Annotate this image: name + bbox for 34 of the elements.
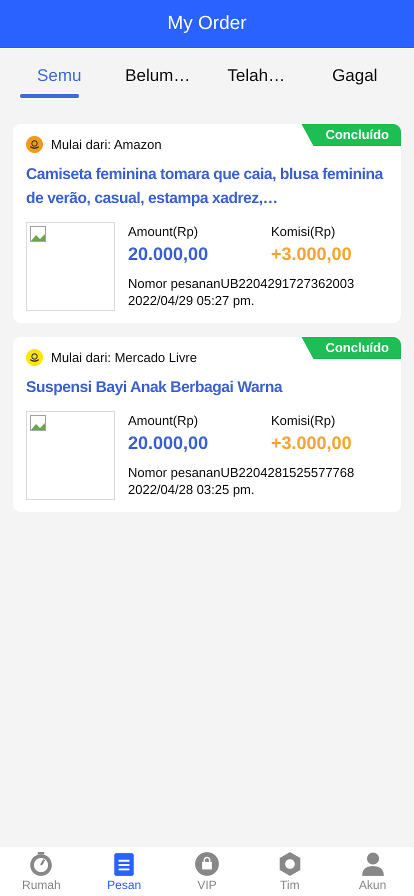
amount-value: 20.000,00 xyxy=(128,244,210,265)
order-card[interactable] xyxy=(13,124,401,323)
status-badge: Concluído xyxy=(301,337,401,359)
status-badge: Concluído xyxy=(301,124,401,146)
order-number: Nomor pesananUB2204281525577768 xyxy=(128,464,356,481)
tab[interactable]: Telah… xyxy=(207,48,306,104)
nav-item[interactable]: Tim xyxy=(248,847,332,896)
tab[interactable]: Gagal xyxy=(306,48,404,104)
nav-item[interactable]: Rumah xyxy=(0,847,83,896)
order-number: Nomor pesananUB2204291727362003 xyxy=(128,275,356,292)
page-title: My Order xyxy=(167,13,247,35)
commission-value: +3.000,00 xyxy=(271,433,353,454)
order-card[interactable]: Concluído Mulai dari: Mercado Livre Suspensi Bayi Anak Berbagai Warna Amount(Rp) 20.000,00 Komisi(Rp) +3.000,00 Nomor pesananUB2204281525577768 2022/04/28 03:25 pm. xyxy=(13,337,401,512)
order-date: 2022/04/28 03:25 pm. xyxy=(128,481,256,498)
product-title: Camiseta feminina tomara que caia, blusa feminina de verão, casual, estampa xadrez,… xyxy=(26,165,384,209)
amount-value: 20.000,00 xyxy=(128,433,210,454)
order-date: 2022/04/29 05:27 pm. xyxy=(128,292,256,309)
nav-item[interactable]: Akun xyxy=(331,847,414,896)
product-title: Suspensi Bayi Anak Berbagai Warna xyxy=(26,378,284,398)
broken-image-icon xyxy=(30,415,46,431)
person-icon xyxy=(360,851,386,877)
gauge-icon xyxy=(28,851,54,877)
commission-label: Komisi(Rp) xyxy=(271,413,336,428)
tab[interactable]: Belum… xyxy=(108,48,207,104)
commission-value: +3.000,00 xyxy=(271,244,353,265)
source-label: Mulai dari: Mercado Livre xyxy=(51,350,197,365)
source-label: Mulai dari: Amazon xyxy=(51,137,162,152)
commission-label: Komisi(Rp) xyxy=(271,224,336,239)
broken-image-icon xyxy=(30,226,46,242)
amount-label: Amount(Rp) xyxy=(128,224,200,239)
nav-item[interactable]: Pesan xyxy=(82,847,166,896)
nav-item[interactable]: VIP xyxy=(166,847,248,896)
amount-label: Amount(Rp) xyxy=(128,413,200,428)
tab[interactable]: Semu xyxy=(10,48,108,104)
